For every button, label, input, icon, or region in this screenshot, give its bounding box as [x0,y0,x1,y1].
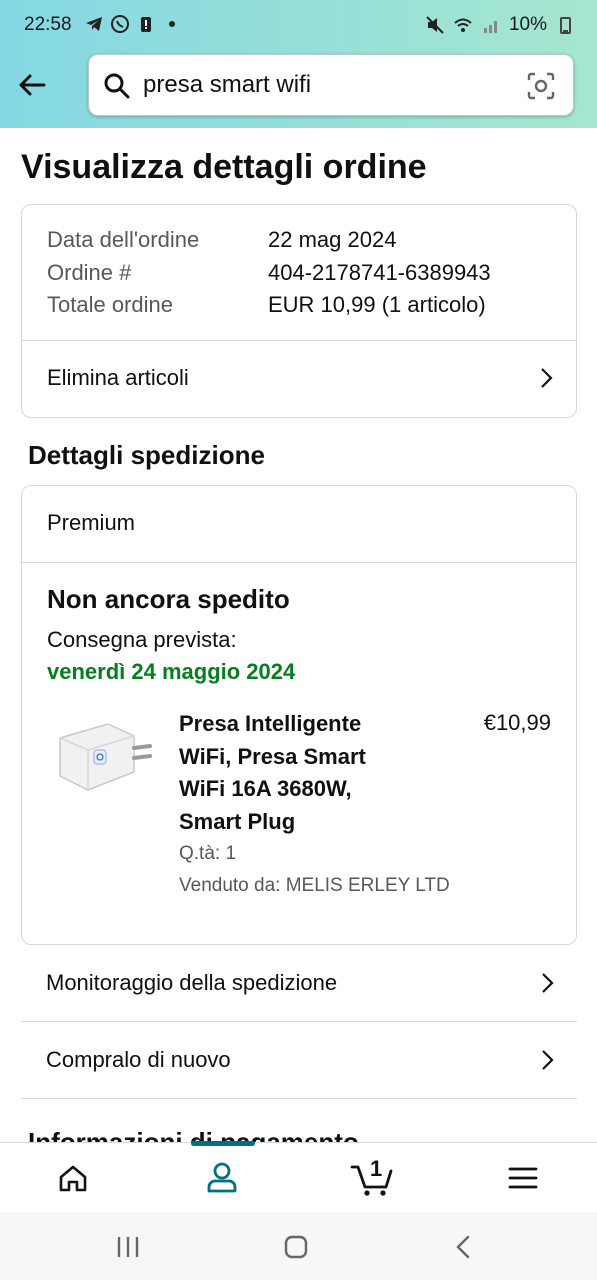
product-image[interactable] [50,712,154,802]
product-title-link[interactable]: Presa Intelligente WiFi, Presa Smart WiF… [179,708,404,838]
signal-icon [483,21,497,33]
delete-items-row[interactable]: Elimina articoli [22,341,576,418]
shipping-card: Premium Non ancora spedito Consegna prev… [21,485,577,945]
account-icon [207,1162,237,1193]
status-time: 22:58 [24,14,72,35]
camera-search-icon[interactable] [525,70,557,102]
search-input[interactable]: presa smart wifi [143,71,311,99]
mute-icon [426,16,444,34]
order-total-label: Totale ordine [47,292,173,317]
telegram-icon [86,17,102,31]
back-arrow-icon[interactable] [14,66,52,104]
expected-delivery-label: Consegna prevista: [47,627,237,652]
product-quantity: Q.tà: 1 [179,843,237,864]
search-icon [104,73,130,99]
nav-cart[interactable]: 1 [312,1143,432,1213]
battery-alert-icon [141,17,151,32]
home-button-icon[interactable] [282,1234,310,1260]
track-shipment-label: Monitoraggio della spedizione [46,970,338,995]
track-shipment-row[interactable]: Monitoraggio della spedizione [21,946,577,1022]
delete-items-label: Elimina articoli [47,365,189,390]
status-bar: 22:58 10% [0,0,597,52]
chevron-right-icon [541,368,553,388]
nav-account[interactable] [162,1143,282,1213]
order-number-value: 404-2178741-6389943 [268,260,491,285]
page-title: Visualizza dettagli ordine [21,148,427,186]
chevron-right-icon [542,973,554,993]
order-total-value: EUR 10,99 (1 articolo) [268,292,486,317]
nav-home[interactable] [12,1143,132,1213]
shipping-type: Premium [47,510,136,535]
buy-again-row[interactable]: Compralo di nuovo [21,1023,577,1099]
shipping-section-title: Dettagli spedizione [28,440,265,470]
divider [22,562,576,563]
order-date-value: 22 mag 2024 [268,227,397,252]
nav-menu[interactable] [462,1143,582,1213]
expected-delivery-date: venerdì 24 maggio 2024 [47,659,296,684]
home-icon [59,1165,87,1192]
order-number-label: Ordine # [47,260,132,285]
battery-icon [560,17,571,34]
whatsapp-icon [111,15,129,33]
product-seller: Venduto da: MELIS ERLEY LTD [179,875,450,896]
dot-icon [169,21,175,27]
cart-count-badge: 1 [370,1156,383,1181]
payment-section-title: Informazioni di pagamento [28,1127,359,1142]
recent-apps-icon[interactable] [114,1234,142,1260]
wifi-icon [454,18,472,32]
order-summary-card: Data dell'ordine 22 mag 2024 Ordine # 40… [21,204,577,418]
battery-percent: 10% [508,14,547,35]
bottom-nav: 1 [0,1141,597,1213]
app-header: 22:58 10% presa smart wifi [0,0,597,128]
shipping-status: Non ancora spedito [47,584,290,614]
hamburger-menu-icon [508,1167,538,1189]
buy-again-label: Compralo di nuovo [46,1047,231,1072]
order-date-label: Data dell'ordine [47,227,200,252]
chevron-right-icon [542,1050,554,1070]
system-back-icon[interactable] [452,1234,476,1260]
system-navigation-bar [0,1212,597,1280]
product-price: €10,99 [483,710,551,735]
search-bar[interactable]: presa smart wifi [88,54,574,116]
